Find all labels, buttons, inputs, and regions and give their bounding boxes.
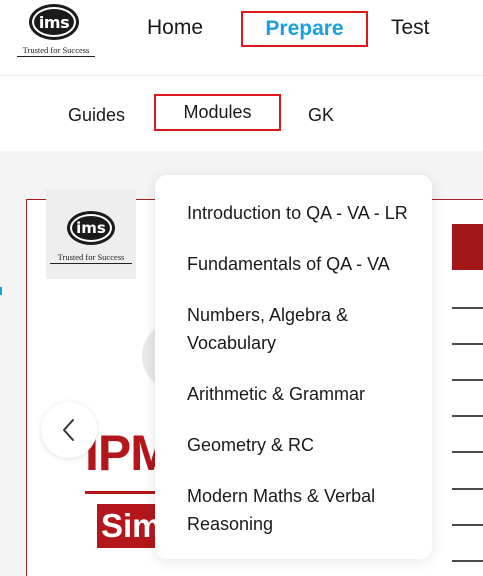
subnav-modules[interactable]: Modules <box>154 94 281 131</box>
carousel-edge-indicator <box>0 287 2 295</box>
banner-logo-text: ims <box>70 214 112 242</box>
logo-tagline: Trusted for Success <box>17 45 95 57</box>
module-item-numbers-algebra[interactable]: Numbers, Algebra & Vocabulary <box>187 301 432 357</box>
logo-text: ims <box>38 12 70 32</box>
banner-line <box>452 379 483 381</box>
module-item-modern-maths[interactable]: Modern Maths & Verbal Reasoning <box>187 482 432 538</box>
carousel-prev-button[interactable] <box>41 402 97 458</box>
banner-line <box>452 488 483 490</box>
banner-line <box>452 524 483 526</box>
module-item-fundamentals[interactable]: Fundamentals of QA - VA <box>187 250 432 278</box>
nav-home[interactable]: Home <box>147 16 203 40</box>
banner-logo-tagline: Trusted for Success <box>50 252 132 264</box>
ims-logo-mark: ims <box>29 4 79 40</box>
banner-line <box>452 307 483 309</box>
banner-line <box>452 451 483 453</box>
chevron-left-icon <box>63 419 74 441</box>
banner-red-block <box>452 224 483 270</box>
nav-prepare[interactable]: Prepare <box>241 11 368 47</box>
modules-dropdown: Introduction to QA - VA - LR Fundamental… <box>155 175 432 559</box>
banner-line <box>452 415 483 417</box>
subnav-gk[interactable]: GK <box>308 105 334 126</box>
module-item-geometry[interactable]: Geometry & RC <box>187 431 432 459</box>
banner-line <box>452 343 483 345</box>
subnav-guides[interactable]: Guides <box>68 105 125 126</box>
module-item-intro[interactable]: Introduction to QA - VA - LR <box>187 199 432 227</box>
top-navbar: ims Trusted for Success Home Prepare Tes… <box>0 0 483 76</box>
banner-line <box>452 560 483 562</box>
ims-logo[interactable]: ims Trusted for Success <box>17 4 95 58</box>
banner-logo: ims Trusted for Success <box>46 189 136 279</box>
module-item-arithmetic[interactable]: Arithmetic & Grammar <box>187 380 432 408</box>
nav-test[interactable]: Test <box>391 16 430 40</box>
banner-heading-underline <box>85 491 160 494</box>
